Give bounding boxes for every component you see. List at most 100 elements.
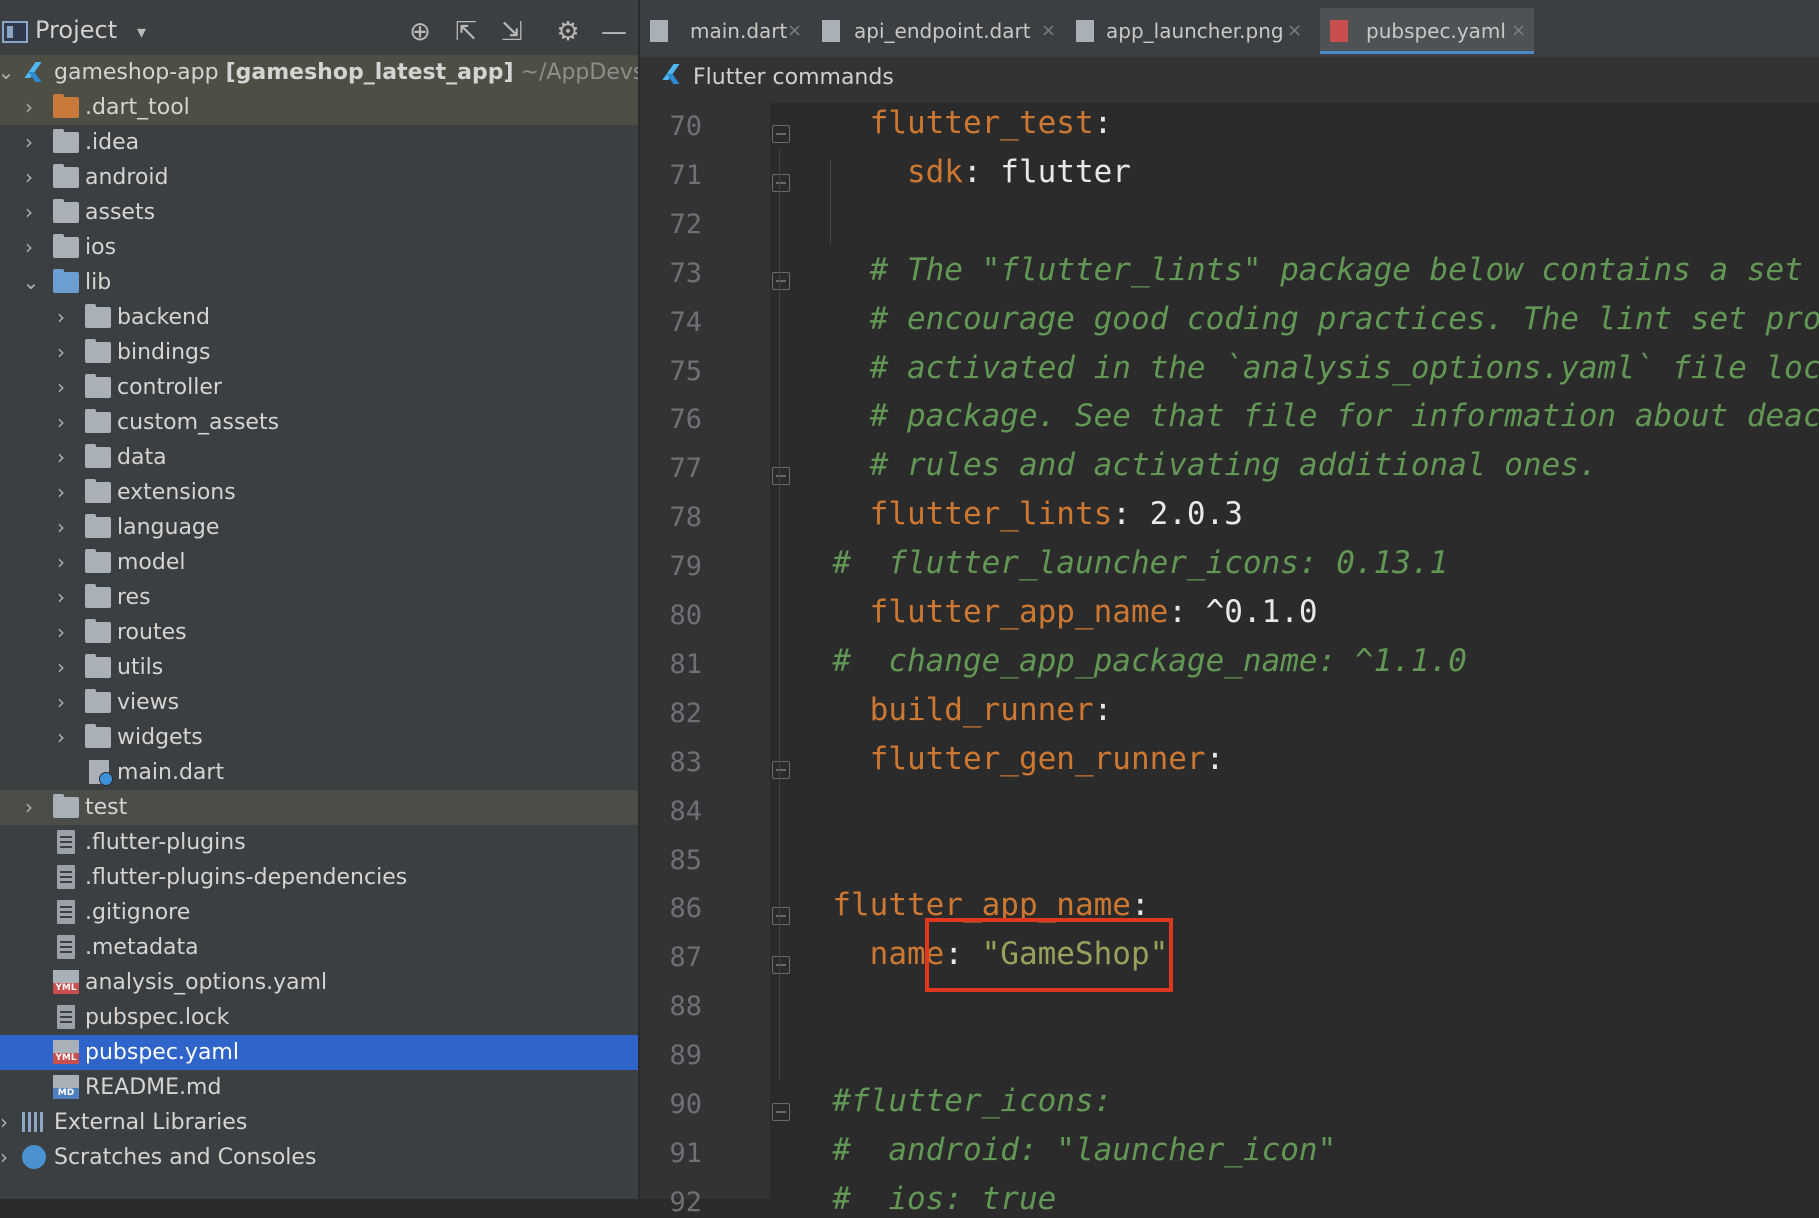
tree-item-routes[interactable]: › routes	[0, 615, 638, 650]
tab-main-dart[interactable]: main.dart ×	[640, 8, 810, 54]
line-number: 90	[669, 1089, 702, 1120]
chevron-right-icon[interactable]: ›	[19, 90, 39, 125]
tree-item-label: assets	[85, 200, 156, 225]
chevron-down-icon[interactable]: ⌄	[21, 265, 41, 300]
tree-item-gitignore[interactable]: .gitignore	[0, 895, 638, 930]
project-panel-title[interactable]: Project	[35, 16, 117, 44]
folder-icon	[85, 409, 111, 433]
tree-item-android[interactable]: › android	[0, 160, 638, 195]
chevron-right-icon[interactable]: ›	[51, 510, 71, 545]
chevron-right-icon[interactable]: ›	[19, 195, 39, 230]
tree-item-res[interactable]: › res	[0, 580, 638, 615]
gear-icon[interactable]: ⚙	[552, 16, 584, 48]
tree-item-dart-tool[interactable]: › .dart_tool	[0, 90, 638, 125]
tree-item-extensions[interactable]: › extensions	[0, 475, 638, 510]
file-icon	[57, 830, 75, 854]
tree-item-lib[interactable]: ⌄ lib	[0, 265, 638, 300]
tree-item-data[interactable]: › data	[0, 440, 638, 475]
code-line: # android: "launcher_icon"	[795, 1132, 1336, 1168]
tree-item-label: Scratches and Consoles	[54, 1145, 317, 1170]
tree-root-gameshop-app[interactable]: ⌄ gameshop-app [gameshop_latest_app] ~/A…	[0, 55, 638, 90]
fold-marker-icon[interactable]	[772, 125, 790, 143]
chevron-down-icon[interactable]: ⌄	[0, 55, 16, 90]
code-token: : 2.0.3	[1112, 496, 1243, 533]
tree-item-analysis-options[interactable]: analysis_options.yaml	[0, 965, 638, 1000]
tree-item-views[interactable]: › views	[0, 685, 638, 720]
chevron-right-icon[interactable]: ›	[0, 1140, 14, 1175]
chevron-right-icon[interactable]: ›	[51, 545, 71, 580]
gitignore-file-icon	[57, 900, 75, 924]
tree-item-flutter-plugins-dependencies[interactable]: .flutter-plugins-dependencies	[0, 860, 638, 895]
tree-item-readme[interactable]: README.md	[0, 1070, 638, 1105]
code-token: :	[1093, 105, 1113, 141]
fold-marker-icon[interactable]	[772, 173, 790, 192]
tree-item-main-dart[interactable]: main.dart	[0, 755, 638, 790]
expand-all-icon[interactable]: ⇱	[450, 16, 482, 48]
tree-item-external-libraries[interactable]: › External Libraries	[0, 1105, 638, 1140]
locate-file-icon[interactable]: ⊕	[404, 16, 436, 48]
tree-item-pubspec-lock[interactable]: pubspec.lock	[0, 1000, 638, 1035]
chevron-right-icon[interactable]: ›	[51, 580, 71, 615]
annotation-highlight-box	[925, 918, 1173, 992]
hide-panel-icon[interactable]: —	[598, 16, 630, 48]
chevron-right-icon[interactable]: ›	[51, 370, 71, 405]
fold-marker-icon[interactable]	[772, 760, 790, 779]
tree-item-metadata[interactable]: .metadata	[0, 930, 638, 965]
chevron-right-icon[interactable]: ›	[51, 440, 71, 475]
tree-item-utils[interactable]: › utils	[0, 650, 638, 685]
chevron-right-icon[interactable]: ›	[0, 1105, 14, 1140]
code-token: :	[1093, 691, 1113, 728]
tab-label: pubspec.yaml	[1366, 19, 1506, 43]
collapse-all-icon[interactable]: ⇲	[496, 16, 528, 48]
chevron-right-icon[interactable]: ›	[51, 300, 71, 335]
code-token: build_runner	[795, 691, 1094, 728]
chevron-right-icon[interactable]: ›	[51, 405, 71, 440]
tree-item-bindings[interactable]: › bindings	[0, 335, 638, 370]
tree-item-assets[interactable]: › assets	[0, 195, 638, 230]
code-line: sdk: flutter	[795, 154, 1131, 190]
close-icon[interactable]: ×	[787, 8, 802, 54]
tree-item-controller[interactable]: › controller	[0, 370, 638, 405]
fold-marker-icon[interactable]	[772, 271, 790, 290]
fold-marker-icon[interactable]	[772, 956, 790, 975]
tree-item-ios[interactable]: › ios	[0, 230, 638, 265]
chevron-down-icon[interactable]: ▾	[137, 22, 146, 43]
tree-item-language[interactable]: › language	[0, 510, 638, 545]
chevron-right-icon[interactable]: ›	[19, 125, 39, 160]
tab-api-endpoint-dart[interactable]: api_endpoint.dart ×	[812, 8, 1064, 54]
chevron-right-icon[interactable]: ›	[51, 475, 71, 510]
close-icon[interactable]: ×	[1041, 8, 1056, 54]
chevron-right-icon[interactable]: ›	[51, 685, 71, 720]
close-icon[interactable]: ×	[1287, 8, 1302, 54]
line-number: 73	[669, 257, 702, 289]
tree-item-widgets[interactable]: › widgets	[0, 720, 638, 755]
yaml-file-icon	[53, 1040, 79, 1064]
tab-pubspec-yaml[interactable]: pubspec.yaml ×	[1320, 8, 1534, 54]
dart-file-icon	[650, 20, 668, 42]
flutter-commands-link[interactable]: Flutter commands	[693, 65, 894, 90]
tree-item-pubspec-yaml[interactable]: pubspec.yaml	[0, 1035, 638, 1070]
chevron-right-icon[interactable]: ›	[19, 230, 39, 265]
code-line: # change_app_package_name: ^1.1.0	[795, 643, 1467, 679]
chevron-right-icon[interactable]: ›	[51, 615, 71, 650]
tree-item-idea[interactable]: › .idea	[0, 125, 638, 160]
tree-item-flutter-plugins[interactable]: .flutter-plugins	[0, 825, 638, 860]
close-icon[interactable]: ×	[1511, 8, 1526, 54]
tab-label: api_endpoint.dart	[854, 19, 1031, 43]
tree-item-label: custom_assets	[117, 410, 280, 435]
tree-item-model[interactable]: › model	[0, 545, 638, 580]
chevron-right-icon[interactable]: ›	[51, 720, 71, 755]
tree-item-custom-assets[interactable]: › custom_assets	[0, 405, 638, 440]
fold-marker-icon[interactable]	[772, 1103, 790, 1121]
tree-item-test[interactable]: › test	[0, 790, 638, 825]
chevron-right-icon[interactable]: ›	[19, 790, 39, 825]
tree-item-label: views	[117, 690, 180, 715]
fold-marker-icon[interactable]	[772, 467, 790, 486]
fold-marker-icon[interactable]	[772, 907, 790, 926]
chevron-right-icon[interactable]: ›	[19, 160, 39, 195]
chevron-right-icon[interactable]: ›	[51, 650, 71, 685]
tab-app-launcher-png[interactable]: app_launcher.png ×	[1066, 8, 1310, 54]
tree-item-backend[interactable]: › backend	[0, 300, 638, 335]
tree-item-scratches[interactable]: › Scratches and Consoles	[0, 1140, 638, 1175]
chevron-right-icon[interactable]: ›	[51, 335, 71, 370]
